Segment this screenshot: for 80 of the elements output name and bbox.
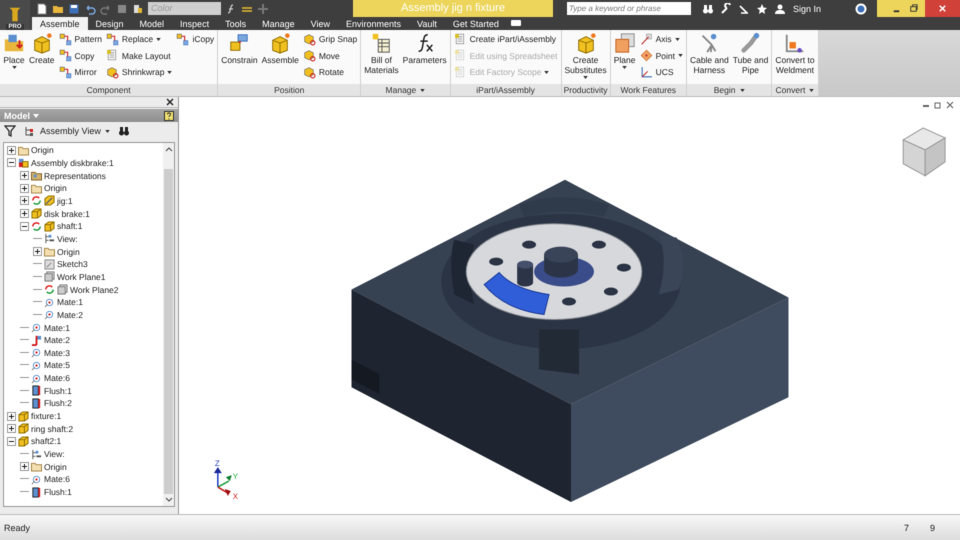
ribbon-button[interactable]: Bill of Materials bbox=[362, 31, 401, 76]
ribbon-tab[interactable]: View bbox=[302, 17, 338, 30]
tree-item[interactable]: disk brake:1 bbox=[44, 208, 90, 219]
ribbon-tab[interactable]: Environments bbox=[338, 17, 410, 30]
ribbon-button[interactable]: Copy bbox=[56, 48, 104, 64]
tree-item[interactable]: View: bbox=[57, 234, 78, 244]
tree-item[interactable]: Mate:5 bbox=[44, 360, 70, 370]
status-field: 9 bbox=[930, 522, 956, 532]
tree-item[interactable]: fixture:1 bbox=[31, 411, 62, 422]
ribbon-button[interactable]: Constrain bbox=[219, 31, 260, 66]
tree-item[interactable]: Mate:1 bbox=[57, 297, 83, 308]
panel-title[interactable]: Convert bbox=[772, 84, 818, 96]
tree-item[interactable]: Origin bbox=[44, 462, 67, 472]
ribbon-button[interactable]: Create bbox=[27, 31, 57, 66]
ribbon-button[interactable]: Create iPart/iAssembly bbox=[452, 31, 560, 48]
status-message: Ready bbox=[4, 522, 32, 532]
ribbon-button[interactable]: Create Substitutes bbox=[562, 31, 609, 80]
tree-item[interactable]: Flush:1 bbox=[44, 386, 72, 396]
ribbon-tab[interactable]: Design bbox=[88, 17, 132, 30]
panel-title[interactable]: Productivity bbox=[562, 84, 610, 96]
tree-item[interactable]: Sketch3 bbox=[57, 259, 88, 270]
ribbon-button[interactable]: Point bbox=[638, 48, 685, 64]
tree-item[interactable]: Mate:6 bbox=[44, 474, 70, 484]
ribbon-tab[interactable]: Tools bbox=[217, 17, 254, 30]
tree-item[interactable]: Representations bbox=[44, 170, 106, 181]
tree-item[interactable]: Mate:2 bbox=[57, 310, 83, 320]
ribbon-button[interactable]: Place bbox=[1, 31, 27, 70]
tree-item[interactable]: ring shaft:2 bbox=[31, 424, 74, 434]
ribbon-button[interactable]: Make Layout bbox=[104, 48, 174, 64]
view-dropdown[interactable]: Assembly View bbox=[22, 125, 112, 137]
tree-item[interactable]: Mate:2 bbox=[44, 335, 70, 346]
sign-in-button[interactable]: Sign In bbox=[789, 4, 849, 14]
ribbon-tab[interactable]: Get Started bbox=[444, 17, 507, 30]
tree-item[interactable]: View: bbox=[44, 449, 65, 460]
axis-label: X bbox=[232, 492, 238, 502]
panel-title[interactable]: Work Features bbox=[610, 84, 686, 96]
ribbon-button[interactable]: Tube and Pipe bbox=[730, 31, 770, 76]
ribbon-button[interactable]: Replace bbox=[104, 31, 174, 48]
panel-title[interactable]: Position bbox=[218, 84, 360, 96]
ribbon-tab[interactable]: Model bbox=[132, 17, 172, 30]
axis-label: Y bbox=[232, 472, 238, 482]
ribbon-tab[interactable]: Vault bbox=[409, 17, 445, 30]
tree-item[interactable]: Mate:6 bbox=[44, 373, 70, 384]
panel-title[interactable]: Begin bbox=[686, 84, 772, 96]
panel-title[interactable]: Manage bbox=[361, 84, 450, 96]
ribbon-button[interactable]: Axis bbox=[638, 31, 685, 48]
tree-item[interactable]: Flush:2 bbox=[44, 398, 72, 408]
tree-item[interactable]: shaft2:1 bbox=[31, 436, 62, 446]
ribbon-button[interactable]: Cable and Harness bbox=[688, 31, 731, 76]
ribbon-button[interactable]: UCS bbox=[638, 64, 685, 80]
window-title: Assembly jig n fixture bbox=[353, 0, 553, 17]
ribbon-button[interactable]: iCopy bbox=[174, 31, 216, 48]
ribbon-tab[interactable]: Assemble bbox=[32, 17, 88, 30]
panel-title[interactable]: iPart/iAssembly bbox=[450, 84, 561, 96]
ribbon-tab[interactable]: Inspect bbox=[172, 17, 218, 30]
axis-label: Z bbox=[214, 459, 220, 468]
ribbon-button[interactable]: Parameters bbox=[400, 31, 449, 66]
tree-item[interactable]: Flush:1 bbox=[44, 487, 72, 498]
ribbon-button[interactable]: Grip Snap bbox=[300, 31, 360, 48]
ribbon-tab[interactable]: Manage bbox=[254, 17, 303, 30]
tree-item[interactable]: Work Plane1 bbox=[57, 272, 106, 282]
tree-item[interactable]: Work Plane2 bbox=[70, 284, 119, 295]
tree-item[interactable]: Assembly diskbrake:1 bbox=[31, 158, 114, 168]
ribbon-button[interactable]: Convert to Weldment bbox=[773, 31, 817, 76]
ribbon-button[interactable]: Assemble bbox=[260, 31, 301, 66]
tree-item[interactable]: shaft:1 bbox=[57, 221, 83, 232]
tree-item[interactable]: Origin bbox=[31, 145, 54, 156]
ribbon-button[interactable]: Rotate bbox=[300, 64, 360, 80]
ribbon-button[interactable]: Plane bbox=[612, 31, 638, 70]
ribbon-button[interactable]: Move bbox=[300, 48, 360, 64]
tree-item[interactable]: Origin bbox=[57, 246, 80, 257]
panel-title[interactable]: Component bbox=[0, 84, 218, 96]
tree-item[interactable]: jig:1 bbox=[57, 196, 73, 206]
tree-item[interactable]: Mate:1 bbox=[44, 322, 70, 333]
ribbon-button[interactable]: Shrinkwrap bbox=[104, 64, 174, 80]
tree-item[interactable]: Origin bbox=[44, 183, 67, 194]
status-field: 7 bbox=[904, 522, 930, 532]
ribbon-button[interactable]: Mirror bbox=[56, 64, 104, 80]
tree-item[interactable]: Mate:3 bbox=[44, 348, 70, 358]
ribbon-button[interactable]: Pattern bbox=[56, 31, 104, 48]
